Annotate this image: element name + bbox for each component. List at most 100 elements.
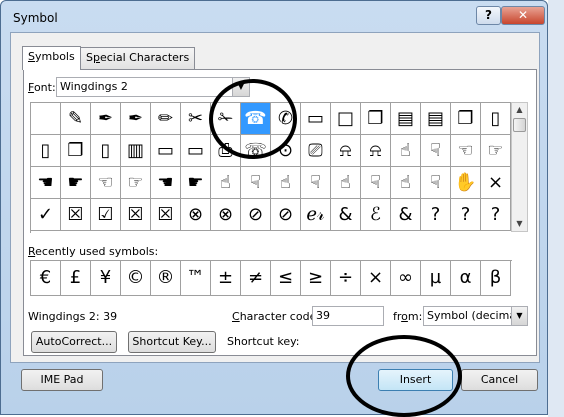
symbol-cell[interactable]: ✎ [61,103,91,135]
dialog-title: Symbol [13,11,58,25]
symbol-cell[interactable] [31,103,61,135]
recent-symbol-cell[interactable]: ± [211,261,241,296]
recent-symbol-cell[interactable]: ¥ [91,261,121,296]
symbol-cell[interactable]: ☝ [391,135,421,167]
symbol-cell[interactable]: & [331,199,361,231]
symbol-cell[interactable]: ▭ [181,135,211,167]
help-button[interactable]: ? [476,6,501,25]
symbol-cell[interactable]: ✏ [151,103,181,135]
symbol-cell[interactable]: ✒ [121,103,151,135]
autocorrect-button[interactable]: AutoCorrect... [31,331,117,353]
tab-special-characters[interactable]: Special Characters [80,47,196,69]
symbol-cell[interactable]: ☝ [271,167,301,199]
symbol-cell[interactable]: ⍾ [331,135,361,167]
symbol-cell[interactable]: ⊗ [211,199,241,231]
symbol-cell[interactable]: ☝ [391,167,421,199]
recent-symbol-cell[interactable]: ® [151,261,181,296]
symbol-cell[interactable]: ⍾ [361,135,391,167]
symbol-cell[interactable]: ☚ [31,167,61,199]
recent-symbol-cell[interactable]: ≤ [271,261,301,296]
recent-symbol-cell[interactable]: ≠ [241,261,271,296]
symbol-cell[interactable]: ✆ [271,103,301,135]
symbol-cell[interactable]: × [481,167,511,199]
symbol-cell[interactable]: □ [331,103,361,135]
charcode-label: Character code: [232,310,321,323]
symbol-cell[interactable]: ℯ𝓇 [301,199,331,231]
symbol-cell[interactable]: ⊘ [241,199,271,231]
symbol-cell[interactable]: ✁ [211,103,241,135]
symbol-cell[interactable]: ☟ [421,135,451,167]
symbol-cell[interactable]: ? [481,199,511,231]
symbol-cell[interactable]: ☏ [241,135,271,167]
scroll-thumb[interactable] [513,118,526,132]
symbol-cell[interactable]: ☞ [121,167,151,199]
from-select[interactable]: Symbol (decimal) ▼ [423,306,528,326]
symbol-cell[interactable]: ▯ [31,135,61,167]
symbol-cell[interactable]: ✒ [91,103,121,135]
recent-symbol-cell[interactable]: α [451,261,481,296]
grid-scrollbar[interactable]: ▲ ▼ [511,102,528,232]
symbol-cell[interactable]: & [391,199,421,231]
ime-pad-button[interactable]: IME Pad [21,369,103,391]
font-select[interactable]: Wingdings 2 ▼ [56,77,250,97]
symbol-cell[interactable]: ☟ [241,167,271,199]
charcode-input[interactable]: 39 [312,306,384,326]
insert-button[interactable]: Insert [378,369,453,391]
symbol-cell[interactable]: ? [451,199,481,231]
recent-symbol-cell[interactable]: © [121,261,151,296]
symbol-cell[interactable]: ℰ [361,199,391,231]
chevron-down-icon[interactable]: ▼ [511,307,527,325]
symbol-cell[interactable]: ✋ [451,167,481,199]
symbol-cell[interactable]: ☞ [481,135,511,167]
tab-symbols[interactable]: Symbols [22,46,81,70]
scroll-down-icon[interactable]: ▼ [512,217,527,231]
recent-symbol-cell[interactable]: ≥ [301,261,331,296]
symbol-cell[interactable]: ▥ [121,135,151,167]
recent-symbol-cell[interactable]: ÷ [331,261,361,296]
symbol-cell[interactable]: ❐ [361,103,391,135]
recent-symbol-cell[interactable]: × [361,261,391,296]
close-button[interactable]: ✕ [501,6,545,25]
recent-symbol-cell[interactable]: £ [61,261,91,296]
recent-symbol-cell[interactable]: € [31,261,61,296]
symbol-cell[interactable]: ✓ [31,199,61,231]
symbol-cell[interactable]: ☟ [301,167,331,199]
symbol-cell[interactable]: ☛ [61,167,91,199]
symbol-cell[interactable]: ☜ [451,135,481,167]
symbol-cell[interactable]: ▤ [421,103,451,135]
symbol-cell[interactable]: ☑ [91,199,121,231]
symbol-cell[interactable]: ▭ [151,135,181,167]
symbol-cell[interactable]: ☝ [211,167,241,199]
symbol-cell[interactable]: ☎ [241,103,271,135]
symbol-cell[interactable]: ✂ [181,103,211,135]
symbol-cell[interactable]: ⎙ [211,135,241,167]
recent-symbol-cell[interactable]: µ [421,261,451,296]
symbol-cell[interactable]: ☒ [151,199,181,231]
scroll-up-icon[interactable]: ▲ [512,103,527,117]
symbol-cell[interactable]: ▯ [91,135,121,167]
symbol-cell[interactable]: ☚ [151,167,181,199]
symbol-cell[interactable]: ▤ [391,103,421,135]
symbol-cell[interactable]: ❐ [61,135,91,167]
symbol-cell[interactable]: ⊗ [181,199,211,231]
symbol-cell[interactable]: ☟ [361,167,391,199]
symbol-cell[interactable]: ☒ [121,199,151,231]
symbol-cell[interactable]: ☟ [421,167,451,199]
symbol-cell[interactable]: ☒ [61,199,91,231]
recent-symbol-cell[interactable]: ™ [181,261,211,296]
chevron-down-icon[interactable]: ▼ [232,78,249,96]
symbol-cell[interactable]: ▭ [301,103,331,135]
symbol-cell[interactable]: ❐ [451,103,481,135]
symbol-cell[interactable]: ☜ [91,167,121,199]
symbol-cell[interactable]: ⎚ [301,135,331,167]
cancel-button[interactable]: Cancel [461,369,538,391]
symbol-cell[interactable]: ☛ [181,167,211,199]
recent-symbol-cell[interactable]: ∞ [391,261,421,296]
symbol-cell[interactable]: ⊘ [271,199,301,231]
shortcut-key-button[interactable]: Shortcut Key... [128,331,216,353]
symbol-cell[interactable]: ▯ [481,103,511,135]
symbol-cell[interactable]: ⊙ [271,135,301,167]
symbol-cell[interactable]: ? [421,199,451,231]
symbol-cell[interactable]: ☝ [331,167,361,199]
recent-symbol-cell[interactable]: β [481,261,511,296]
